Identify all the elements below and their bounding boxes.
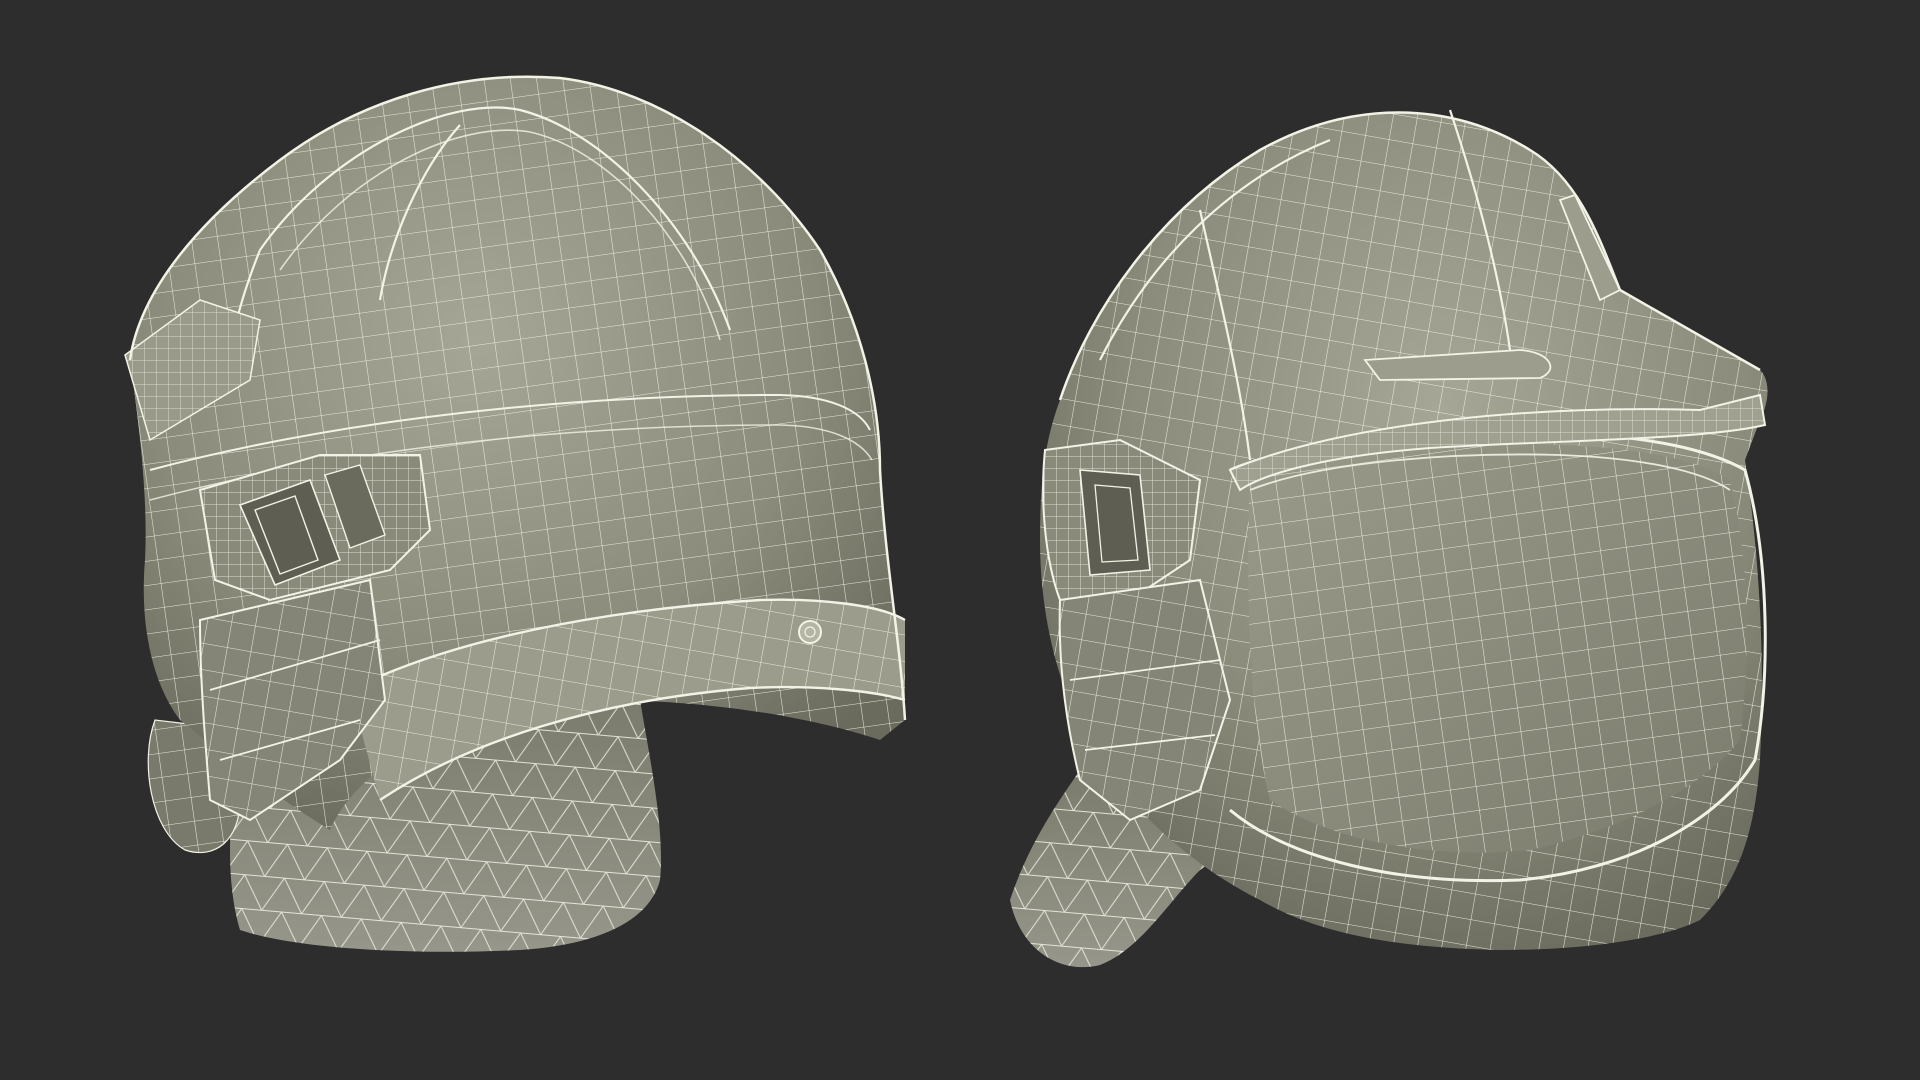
helmet-wireframe-render — [124, 75, 1768, 968]
helmet-three-quarter-left — [124, 75, 907, 952]
render-viewport — [0, 0, 1920, 1080]
helmet-three-quarter-right — [1010, 109, 1768, 968]
brim-bolt-left — [798, 620, 822, 644]
